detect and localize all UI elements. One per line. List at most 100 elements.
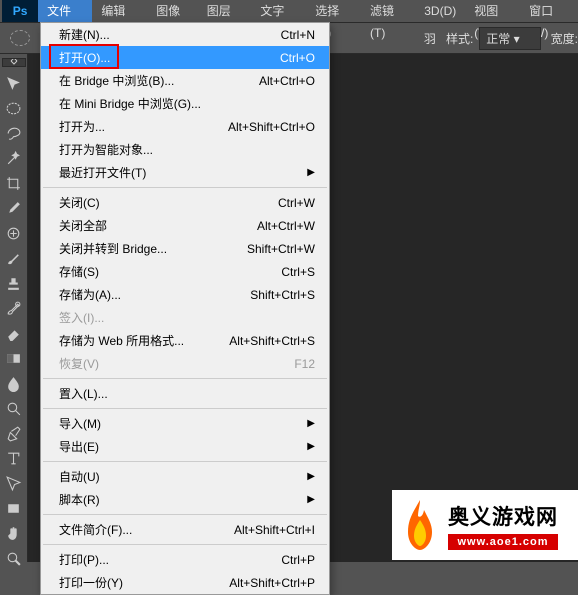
watermark: 奥义游戏网 www.aoe1.com xyxy=(392,490,578,560)
menu-5[interactable]: 选择(S) xyxy=(306,0,361,22)
rect-tool-icon[interactable] xyxy=(2,496,26,520)
menu-item-3-0[interactable]: 导入(M) ▶ xyxy=(41,412,329,435)
menu-item-0-4[interactable]: 打开为...Alt+Shift+Ctrl+O xyxy=(41,115,329,138)
dodge-tool-icon[interactable] xyxy=(2,396,26,420)
menu-item-1-3[interactable]: 存储(S) Ctrl+S xyxy=(41,260,329,283)
menu-6[interactable]: 滤镜(T) xyxy=(361,0,415,22)
menu-item-label: 最近打开文件(T) xyxy=(59,164,146,181)
menu-9[interactable]: 窗口(W) xyxy=(520,0,578,22)
menu-item-6-0[interactable]: 打印(P)...Ctrl+P xyxy=(41,548,329,571)
menu-item-label: 导入(M) xyxy=(59,415,101,432)
menu-item-label: 导出(E) xyxy=(59,438,99,455)
tool-preset-thumb-icon[interactable] xyxy=(10,30,30,46)
menu-3[interactable]: 图层(L) xyxy=(198,0,252,22)
menu-0[interactable]: 文件(F) xyxy=(38,0,92,22)
feather-group: 羽 xyxy=(424,30,436,47)
menu-item-label: 新建(N)... xyxy=(59,26,110,43)
menu-item-1-1[interactable]: 关闭全部Alt+Ctrl+W xyxy=(41,214,329,237)
menu-item-shortcut: Alt+Ctrl+O xyxy=(259,74,315,88)
menu-item-label: 关闭(C) xyxy=(59,194,100,211)
style-group: 样式: 正常 ▾ xyxy=(446,27,541,50)
menu-item-label: 存储(S) xyxy=(59,263,99,280)
submenu-arrow-icon: ▶ xyxy=(287,441,315,452)
menu-item-shortcut: Ctrl+O xyxy=(280,51,315,65)
menu-item-label: 存储为(A)... xyxy=(59,286,121,303)
path-tool-icon[interactable] xyxy=(2,471,26,495)
menu-item-label: 在 Bridge 中浏览(B)... xyxy=(59,72,174,89)
menu-separator xyxy=(43,544,327,545)
zoom-tool-icon[interactable] xyxy=(2,546,26,570)
menu-item-shortcut: Ctrl+P xyxy=(281,553,315,567)
file-menu-dropdown: 新建(N)... Ctrl+N 打开(O)... Ctrl+O 在 Bridge 中浏览… xyxy=(40,22,330,595)
menu-item-shortcut: Ctrl+N xyxy=(281,28,315,42)
crop-tool-icon[interactable] xyxy=(2,171,26,195)
photoshop-logo: Ps xyxy=(2,0,38,22)
menu-7[interactable]: 3D(D) xyxy=(415,0,465,22)
menu-item-shortcut: Alt+Ctrl+W xyxy=(257,219,315,233)
wand-tool-icon[interactable] xyxy=(2,146,26,170)
menu-item-0-3[interactable]: 在 Mini Bridge 中浏览(G)... xyxy=(41,92,329,115)
menu-separator xyxy=(43,187,327,188)
submenu-arrow-icon: ▶ xyxy=(287,418,315,429)
menu-item-shortcut: Ctrl+S xyxy=(281,265,315,279)
menu-item-shortcut: Alt+Shift+Ctrl+P xyxy=(229,576,315,590)
menu-item-2-0[interactable]: 置入(L)... xyxy=(41,382,329,405)
menu-item-label: 恢复(V) xyxy=(59,355,99,372)
style-label: 样式: xyxy=(446,30,473,47)
feather-label: 羽 xyxy=(424,30,436,47)
submenu-arrow-icon: ▶ xyxy=(287,167,315,178)
hand-tool-icon[interactable] xyxy=(2,521,26,545)
menu-item-shortcut: Alt+Shift+Ctrl+S xyxy=(229,334,315,348)
watermark-title: 奥义游戏网 xyxy=(448,501,558,531)
heal-tool-icon[interactable] xyxy=(2,221,26,245)
pen-tool-icon[interactable] xyxy=(2,421,26,445)
menu-item-1-2[interactable]: 关闭并转到 Bridge...Shift+Ctrl+W xyxy=(41,237,329,260)
menu-8[interactable]: 视图(V) xyxy=(465,0,520,22)
menu-2[interactable]: 图像(I) xyxy=(147,0,198,22)
menu-item-5-0[interactable]: 文件简介(F)...Alt+Shift+Ctrl+I xyxy=(41,518,329,541)
submenu-arrow-icon: ▶ xyxy=(287,494,315,505)
menu-item-0-0[interactable]: 新建(N)... Ctrl+N xyxy=(41,23,329,46)
stamp-tool-icon[interactable] xyxy=(2,271,26,295)
menu-1[interactable]: 编辑(E) xyxy=(92,0,147,22)
width-label: 宽度: xyxy=(551,30,578,47)
menu-item-0-6[interactable]: 最近打开文件(T) ▶ xyxy=(41,161,329,184)
menu-item-shortcut: Shift+Ctrl+W xyxy=(247,242,315,256)
type-tool-icon[interactable] xyxy=(2,446,26,470)
menu-item-3-1[interactable]: 导出(E) ▶ xyxy=(41,435,329,458)
menu-item-6-1[interactable]: 打印一份(Y)Alt+Shift+Ctrl+P xyxy=(41,571,329,594)
menu-item-1-6[interactable]: 存储为 Web 所用格式...Alt+Shift+Ctrl+S xyxy=(41,329,329,352)
marquee-tool-icon[interactable] xyxy=(2,96,26,120)
menu-item-0-5[interactable]: 打开为智能对象... xyxy=(41,138,329,161)
menu-item-4-1[interactable]: 脚本(R) ▶ xyxy=(41,488,329,511)
eyedropper-tool-icon[interactable] xyxy=(2,196,26,220)
menu-item-1-4[interactable]: 存储为(A)...Shift+Ctrl+S xyxy=(41,283,329,306)
menu-item-label: 打开(O)... xyxy=(59,49,110,66)
menu-item-shortcut: Alt+Shift+Ctrl+I xyxy=(234,523,315,537)
menu-item-label: 脚本(R) xyxy=(59,491,100,508)
lasso-tool-icon[interactable] xyxy=(2,121,26,145)
menu-4[interactable]: 文字(Y) xyxy=(251,0,306,22)
submenu-arrow-icon: ▶ xyxy=(287,471,315,482)
menu-item-label: 签入(I)... xyxy=(59,309,104,326)
menu-item-0-1[interactable]: 打开(O)... Ctrl+O xyxy=(41,46,329,69)
gradient-tool-icon[interactable] xyxy=(2,346,26,370)
menu-separator xyxy=(43,408,327,409)
menu-item-shortcut: Ctrl+W xyxy=(278,196,315,210)
toolbox-toggle-icon[interactable] xyxy=(2,58,26,67)
menu-separator xyxy=(43,461,327,462)
menubar: Ps 文件(F)编辑(E)图像(I)图层(L)文字(Y)选择(S)滤镜(T)3D… xyxy=(0,0,578,22)
watermark-url: www.aoe1.com xyxy=(448,534,558,550)
menu-item-label: 打开为... xyxy=(59,118,105,135)
menu-separator xyxy=(43,378,327,379)
move-tool-icon[interactable] xyxy=(2,71,26,95)
style-select[interactable]: 正常 ▾ xyxy=(479,27,540,50)
blur-tool-icon[interactable] xyxy=(2,371,26,395)
brush-tool-icon[interactable] xyxy=(2,246,26,270)
history-tool-icon[interactable] xyxy=(2,296,26,320)
menu-item-label: 打开为智能对象... xyxy=(59,141,153,158)
menu-item-4-0[interactable]: 自动(U)▶ xyxy=(41,465,329,488)
menu-item-1-0[interactable]: 关闭(C) Ctrl+W xyxy=(41,191,329,214)
menu-item-0-2[interactable]: 在 Bridge 中浏览(B)... Alt+Ctrl+O xyxy=(41,69,329,92)
eraser-tool-icon[interactable] xyxy=(2,321,26,345)
